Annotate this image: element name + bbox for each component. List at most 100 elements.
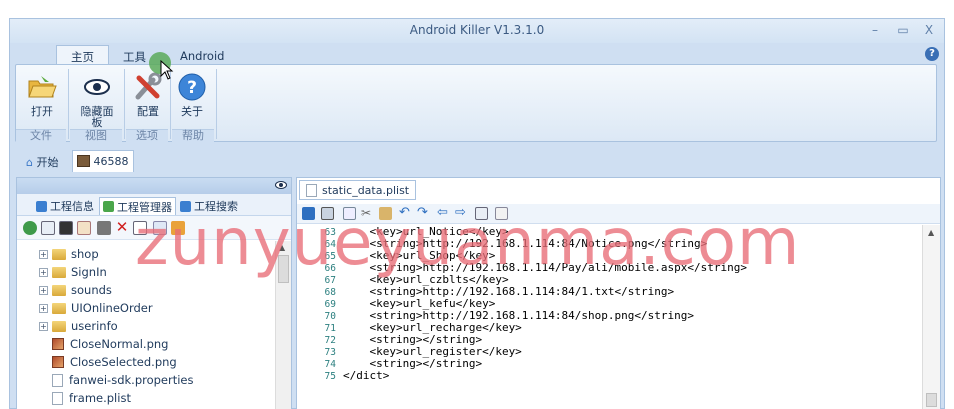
tree-item[interactable]: frame.plist	[52, 389, 131, 407]
format-icon[interactable]	[475, 207, 488, 220]
folder-icon	[52, 248, 66, 260]
redo-icon[interactable]: ↷	[417, 206, 430, 220]
open-label: 打开	[31, 105, 53, 118]
tree-scrollbar[interactable]: ▲	[275, 241, 291, 409]
back-icon[interactable]: ⇦	[437, 206, 450, 220]
close-button[interactable]: X	[918, 21, 940, 39]
folder-icon	[52, 266, 66, 278]
tab-project-info[interactable]: 工程信息	[33, 197, 97, 215]
open-button[interactable]: 打开	[20, 71, 64, 123]
maximize-button[interactable]: ▭	[892, 21, 914, 39]
minimize-button[interactable]: –	[864, 21, 886, 39]
help-icon: ?	[176, 71, 208, 103]
tree-item[interactable]: + SignIn	[39, 263, 107, 281]
folder-icon	[52, 320, 66, 332]
expand-icon[interactable]: +	[39, 303, 48, 313]
tree-item-label: frame.plist	[69, 391, 131, 405]
tab-start[interactable]: ⌂ 开始	[22, 150, 62, 172]
line-text: </dict>	[343, 369, 390, 382]
copy-icon[interactable]	[343, 207, 356, 220]
file-icon	[306, 183, 317, 197]
tab-project-info-label: 工程信息	[50, 200, 94, 213]
expand-icon[interactable]: +	[39, 321, 48, 331]
delete-icon[interactable]: ✕	[115, 220, 129, 235]
refresh-icon[interactable]	[23, 221, 37, 235]
ribbon-panel: 打开 隐藏面板 配置 ? 关于 文件 视图 选项 帮助	[15, 64, 937, 142]
scroll-up-icon[interactable]: ▲	[928, 228, 934, 237]
export-icon[interactable]	[171, 221, 185, 235]
title-bar[interactable]: Android Killer V1.3.1.0 – ▭ X	[10, 19, 944, 43]
line-number: 75	[324, 371, 336, 382]
editor-toolbar: ✂ ↶ ↷ ⇦ ⇨	[297, 204, 940, 224]
group-separator	[216, 69, 217, 139]
tree-item-label: CloseSelected.png	[70, 355, 177, 369]
tab-project-search-label: 工程搜索	[194, 200, 238, 213]
tree-item[interactable]: fanwei-sdk.properties	[52, 371, 194, 389]
info-icon	[36, 200, 47, 212]
eye-icon[interactable]	[275, 180, 287, 193]
about-label: 关于	[181, 105, 203, 118]
panel-tabs: 工程信息 工程管理器 工程搜索	[17, 194, 291, 216]
file-icon[interactable]	[153, 221, 167, 235]
window-icon[interactable]	[133, 221, 147, 235]
eye-icon	[81, 71, 113, 103]
project-panel: 工程信息 工程管理器 工程搜索 ✕ + shop + SignIn + soun…	[16, 177, 292, 409]
tree-item[interactable]: + UIOnlineOrder	[39, 299, 153, 317]
expand-icon[interactable]: +	[39, 285, 48, 295]
window-title: Android Killer V1.3.1.0	[409, 23, 545, 37]
config-label: 配置	[137, 105, 159, 118]
lock-icon[interactable]	[302, 207, 315, 220]
tree-item[interactable]: CloseNormal.png	[52, 335, 168, 353]
view-icon[interactable]	[41, 221, 55, 235]
tree-item-label: SignIn	[71, 265, 107, 279]
tree-item[interactable]: + userinfo	[39, 317, 118, 335]
hide-panel-label: 隐藏面板	[80, 105, 114, 129]
undo-icon[interactable]: ↶	[399, 206, 412, 220]
find-icon[interactable]	[77, 221, 91, 235]
scroll-up-icon[interactable]: ▲	[279, 243, 285, 252]
paste-icon[interactable]	[379, 207, 392, 220]
tab-project-manager[interactable]: 工程管理器	[99, 197, 176, 215]
home-icon: ⌂	[26, 156, 33, 169]
tree-item[interactable]: CloseSelected.png	[52, 353, 177, 371]
group-options: 选项	[126, 129, 168, 142]
tab-project[interactable]: 46588	[72, 150, 134, 172]
tab-project-search[interactable]: 工程搜索	[177, 197, 241, 215]
tree-item[interactable]: + shop	[39, 245, 99, 263]
tab-project-label: 46588	[93, 155, 129, 168]
image-file-icon	[52, 338, 64, 350]
code-line: 74 <string></string>	[297, 358, 483, 371]
app-window: Android Killer V1.3.1.0 – ▭ X 主页 工具 Andr…	[9, 18, 945, 409]
tree-item-label: CloseNormal.png	[70, 337, 169, 351]
group-help: 帮助	[172, 129, 214, 142]
panel-toolbar: ✕	[17, 216, 291, 240]
editor-file-tab-label: static_data.plist	[322, 183, 410, 197]
editor-file-tab[interactable]: static_data.plist	[299, 180, 417, 200]
help-icon[interactable]: ?	[925, 47, 939, 61]
about-button[interactable]: ? 关于	[170, 71, 214, 123]
tree-item-label: sounds	[71, 283, 112, 297]
expand-icon[interactable]: +	[39, 249, 48, 259]
forward-icon[interactable]: ⇨	[455, 206, 468, 220]
terminal-icon[interactable]	[59, 221, 73, 235]
expand-icon[interactable]: +	[39, 267, 48, 277]
scroll-thumb[interactable]	[926, 393, 937, 407]
hide-panel-button[interactable]: 隐藏面板	[72, 71, 122, 128]
tree-item[interactable]: + sounds	[39, 281, 112, 299]
cut-icon[interactable]: ✂	[361, 207, 374, 220]
code-view[interactable]: 63 <key>url_Notice</key> 64 <string>http…	[297, 225, 922, 409]
manager-icon	[103, 201, 114, 212]
tree-item-label: fanwei-sdk.properties	[69, 373, 194, 387]
tab-start-label: 开始	[36, 156, 59, 169]
scroll-thumb[interactable]	[278, 255, 289, 283]
ribbon-tab-android[interactable]: Android	[165, 45, 239, 65]
editor-scrollbar[interactable]: ▲	[922, 225, 940, 409]
book-icon[interactable]	[97, 221, 111, 235]
tool-icon[interactable]	[495, 207, 508, 220]
mouse-cursor-icon	[160, 60, 174, 80]
svg-text:?: ?	[187, 78, 197, 98]
save-icon[interactable]	[321, 207, 334, 220]
tree-item-label: shop	[71, 247, 99, 261]
editor-panel: static_data.plist ✂ ↶ ↷ ⇦ ⇨ 63 <key>url_…	[296, 177, 941, 409]
ribbon-tab-home[interactable]: 主页	[56, 45, 109, 65]
